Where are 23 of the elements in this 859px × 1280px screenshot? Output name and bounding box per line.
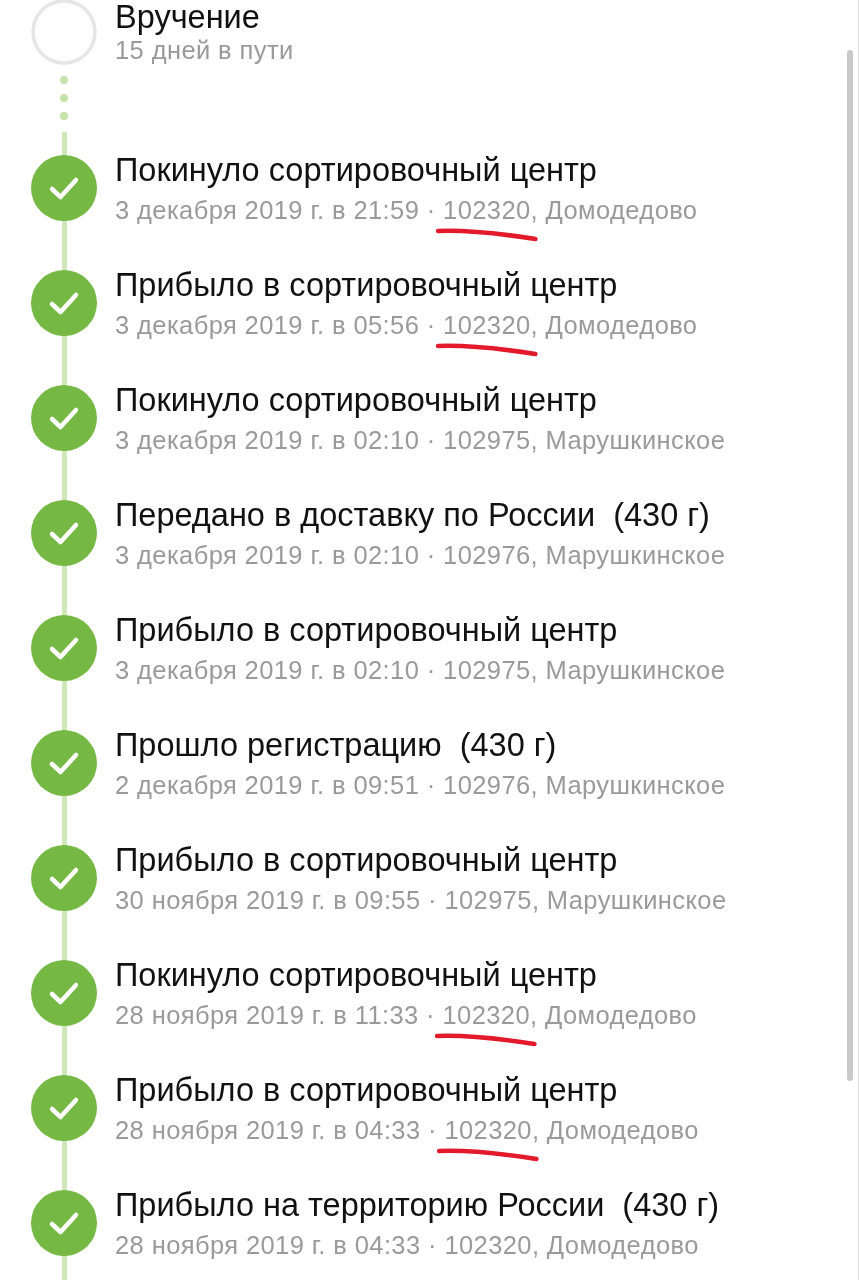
event-details: 28 ноября 2019 г. в 04:33 · 102320, Домодедово <box>115 1229 699 1260</box>
event-details: 3 декабря 2019 г. в 02:10 · 102976, Марушкинское <box>115 539 726 570</box>
event-title: Прибыло в сортировочный центр <box>115 840 619 879</box>
event-details: 3 декабря 2019 г. в 02:10 · 102975, Марушкинское <box>115 654 726 685</box>
event-title: Покинуло сортировочный центр <box>115 150 598 189</box>
event-details: 2 декабря 2019 г. в 09:51 · 102976, Марушкинское <box>115 769 726 800</box>
event-details: 3 декабря 2019 г. в 02:10 · 102975, Марушкинское <box>115 424 726 455</box>
event-title: Прибыло на территорию России (430 г) <box>115 1185 720 1224</box>
event-title: Прибыло в сортировочный центр <box>115 1070 619 1109</box>
event-details: 30 ноября 2019 г. в 09:55 · 102975, Марушкинское <box>115 884 727 915</box>
scroll-bar[interactable] <box>847 50 853 1081</box>
event-details: 28 ноября 2019 г. в 11:33 · 102320, Домодедово <box>115 999 697 1030</box>
delivery-title: Вручение <box>115 0 261 35</box>
transit-duration: 15 дней в пути <box>115 35 294 65</box>
event-title: Покинуло сортировочный центр <box>115 955 598 994</box>
event-details: 3 декабря 2019 г. в 21:59 · 102320, Домодедово <box>115 194 698 225</box>
event-details: 28 ноября 2019 г. в 04:33 · 102320, Домодедово <box>115 1114 699 1145</box>
event-title: Прибыло в сортировочный центр <box>115 265 619 304</box>
event-title: Передано в доставку по России (430 г) <box>115 495 711 534</box>
event-title: Прибыло в сортировочный центр <box>115 610 619 649</box>
event-title: Покинуло сортировочный центр <box>115 380 598 419</box>
event-title: Прошло регистрацию (430 г) <box>115 725 558 764</box>
event-details: 3 декабря 2019 г. в 05:56 · 102320, Домодедово <box>115 309 698 340</box>
